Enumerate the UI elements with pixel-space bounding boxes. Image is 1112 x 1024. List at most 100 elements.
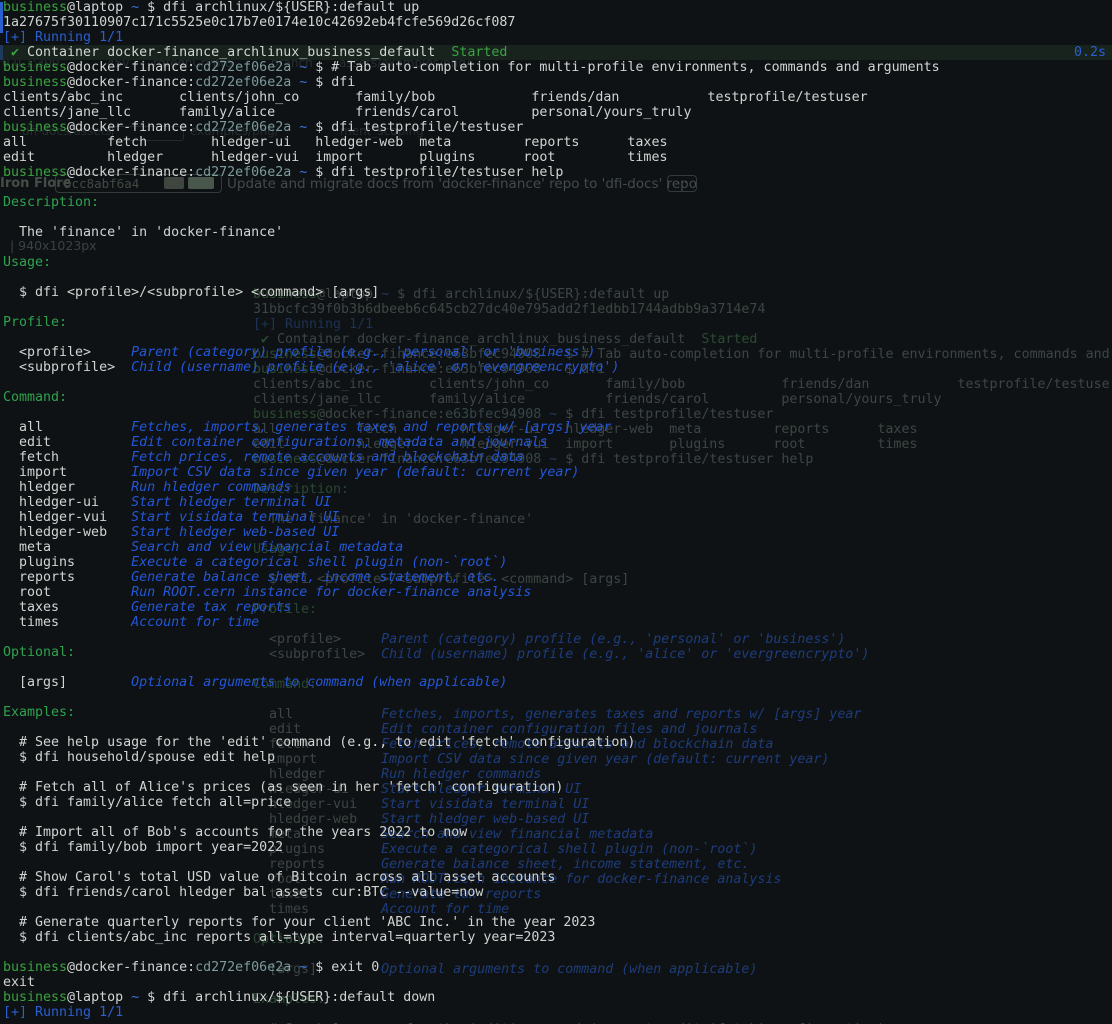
prompt-user: Started <box>451 45 507 60</box>
terminal-line: Optional: <box>3 645 940 660</box>
text: $ dfi <profile>/<subprofile> <command> [… <box>3 285 379 300</box>
text: @docker-finance: <box>67 165 195 180</box>
command-description: Generate balance sheet, income statement… <box>131 570 499 585</box>
command-description: Start hledger web-based UI <box>131 525 339 540</box>
text: @laptop <box>67 990 131 1005</box>
terminal-line: # Show Carol's total USD value of Bitcoi… <box>3 870 940 885</box>
terminal-line: <profile> Parent (category) profile (e.g… <box>3 345 940 360</box>
terminal-line: clients/jane_llc family/alice friends/ca… <box>3 105 940 120</box>
command-description: Execute a categorical shell plugin (non-… <box>131 555 507 570</box>
text: hledger-vui <box>3 510 131 525</box>
terminal-line <box>3 855 940 870</box>
terminal-line: meta Search and view financial metadata <box>3 540 940 555</box>
command-description: Run hledger commands <box>131 480 291 495</box>
text: $ dfi testprofile/testuser help <box>307 165 563 180</box>
terminal-line: edit hledger hledger-vui import plugins … <box>3 150 940 165</box>
command-description: Edit container configurations, metadata … <box>131 435 547 450</box>
terminal-line: business@docker-finance:cd272ef06e2a ~ $… <box>3 120 940 135</box>
terminal-line <box>3 405 940 420</box>
terminal-screen: 0.0.1:30045vrgreenCryptobranchassets/exa… <box>0 0 1112 1024</box>
text: # Fetch all of Alice's prices (as seen i… <box>3 780 563 795</box>
terminal-line: # Import all of Bob's accounts for the y… <box>3 825 940 840</box>
text: edit hledger hledger-vui import plugins … <box>3 150 667 165</box>
terminal-line: Command: <box>3 390 940 405</box>
terminal-line: [+] Running 1/1 <box>3 1005 940 1020</box>
terminal-line: [+] Running 1/1 <box>3 30 940 45</box>
command-description: Fetch prices, remote accounts and blockc… <box>131 450 523 465</box>
text: $ dfi archlinux/${USER}:default down <box>139 990 435 1005</box>
text: times <box>3 615 131 630</box>
terminal-line: $ dfi family/alice fetch all=price <box>3 795 940 810</box>
terminal-line: hledger-web Start hledger web-based UI <box>3 525 940 540</box>
terminal-line: The 'finance' in 'docker-finance' <box>3 225 940 240</box>
prompt-user: business <box>3 120 67 135</box>
terminal-line <box>3 900 940 915</box>
terminal-line <box>3 180 940 195</box>
command-description: Generate tax reports <box>131 600 291 615</box>
text: fetch <box>3 450 131 465</box>
terminal-line <box>3 945 940 960</box>
text: hledger <box>3 480 131 495</box>
text: clients/abc_inc clients/john_co family/b… <box>3 90 868 105</box>
text: <profile> <box>3 345 131 360</box>
text: all fetch hledger-ui hledger-web meta re… <box>3 135 667 150</box>
status-text: [+] Running 1/1 <box>3 30 123 45</box>
command-description: Start visidata terminal UI <box>131 510 339 525</box>
text: all <box>3 420 131 435</box>
section-header: Description: <box>3 195 99 210</box>
command-description: Search and view financial metadata <box>131 540 403 555</box>
terminal-line: hledger-ui Start hledger terminal UI <box>3 495 940 510</box>
container-id: cd272ef06e2a <box>195 960 291 975</box>
prompt-user: business <box>3 960 67 975</box>
prompt-tilde: ~ <box>131 0 139 15</box>
terminal-line: Description: <box>3 195 940 210</box>
section-header: Profile: <box>3 315 67 330</box>
terminal-line: $ dfi household/spouse edit help <box>3 750 940 765</box>
terminal-line <box>3 300 940 315</box>
text: # Generate quarterly reports for your cl… <box>3 915 595 930</box>
text: 1a27675f30110907c171c5525e0c17b7e0174e10… <box>3 15 515 30</box>
terminal-line <box>3 210 940 225</box>
terminal-line <box>3 330 940 345</box>
terminal-line: business@docker-finance:cd272ef06e2a ~ $… <box>3 165 940 180</box>
terminal-line: $ dfi clients/abc_inc reports all=type i… <box>3 930 940 945</box>
terminal-line: $ dfi <profile>/<subprofile> <command> [… <box>3 285 940 300</box>
terminal-line: hledger Run hledger commands <box>3 480 940 495</box>
terminal-line <box>3 690 940 705</box>
text: $ exit 0 <box>307 960 379 975</box>
text: $ dfi family/bob import year=2022 <box>3 840 283 855</box>
section-header: Optional: <box>3 645 75 660</box>
terminal-line: reports Generate balance sheet, income s… <box>3 570 940 585</box>
text: hledger-ui <box>3 495 131 510</box>
terminal-line: fetch Fetch prices, remote accounts and … <box>3 450 940 465</box>
terminal-line: <subprofile> Child (username) profile (e… <box>3 360 940 375</box>
terminal-line: business@laptop ~ $ dfi archlinux/${USER… <box>3 990 940 1005</box>
terminal-line <box>3 240 940 255</box>
text: $ dfi clients/abc_inc reports all=type i… <box>3 930 555 945</box>
text: taxes <box>3 600 131 615</box>
section-header: Command: <box>3 390 67 405</box>
terminal-line <box>3 810 940 825</box>
terminal-line: $ dfi family/bob import year=2022 <box>3 840 940 855</box>
command-description: Child (username) profile (e.g., 'alice' … <box>131 360 619 375</box>
command-description: Import CSV data since given year (defaul… <box>131 465 579 480</box>
text: <subprofile> <box>3 360 131 375</box>
terminal-line: exit <box>3 975 940 990</box>
text: @laptop <box>67 0 131 15</box>
terminal-line: business@docker-finance:cd272ef06e2a ~ $… <box>3 960 940 975</box>
text: The 'finance' in 'docker-finance' <box>3 225 283 240</box>
status-text: [+] Running 1/1 <box>3 1005 123 1020</box>
text: $ dfi archlinux/${USER}:default up <box>139 0 419 15</box>
terminal-output: business@laptop ~ $ dfi archlinux/${USER… <box>3 0 940 1020</box>
terminal-line: root Run ROOT.cern instance for docker-f… <box>3 585 940 600</box>
command-description: Run ROOT.cern instance for docker-financ… <box>131 585 531 600</box>
terminal-line: # Fetch all of Alice's prices (as seen i… <box>3 780 940 795</box>
text: clients/jane_llc family/alice friends/ca… <box>3 105 691 120</box>
terminal-line: taxes Generate tax reports <box>3 600 940 615</box>
terminal-line <box>3 720 940 735</box>
scroll-indicator <box>0 45 3 60</box>
prompt-user: business <box>3 990 67 1005</box>
terminal-line: $ dfi friends/carol hledger bal assets c… <box>3 885 940 900</box>
text: reports <box>3 570 131 585</box>
container-id: cd272ef06e2a <box>195 60 291 75</box>
